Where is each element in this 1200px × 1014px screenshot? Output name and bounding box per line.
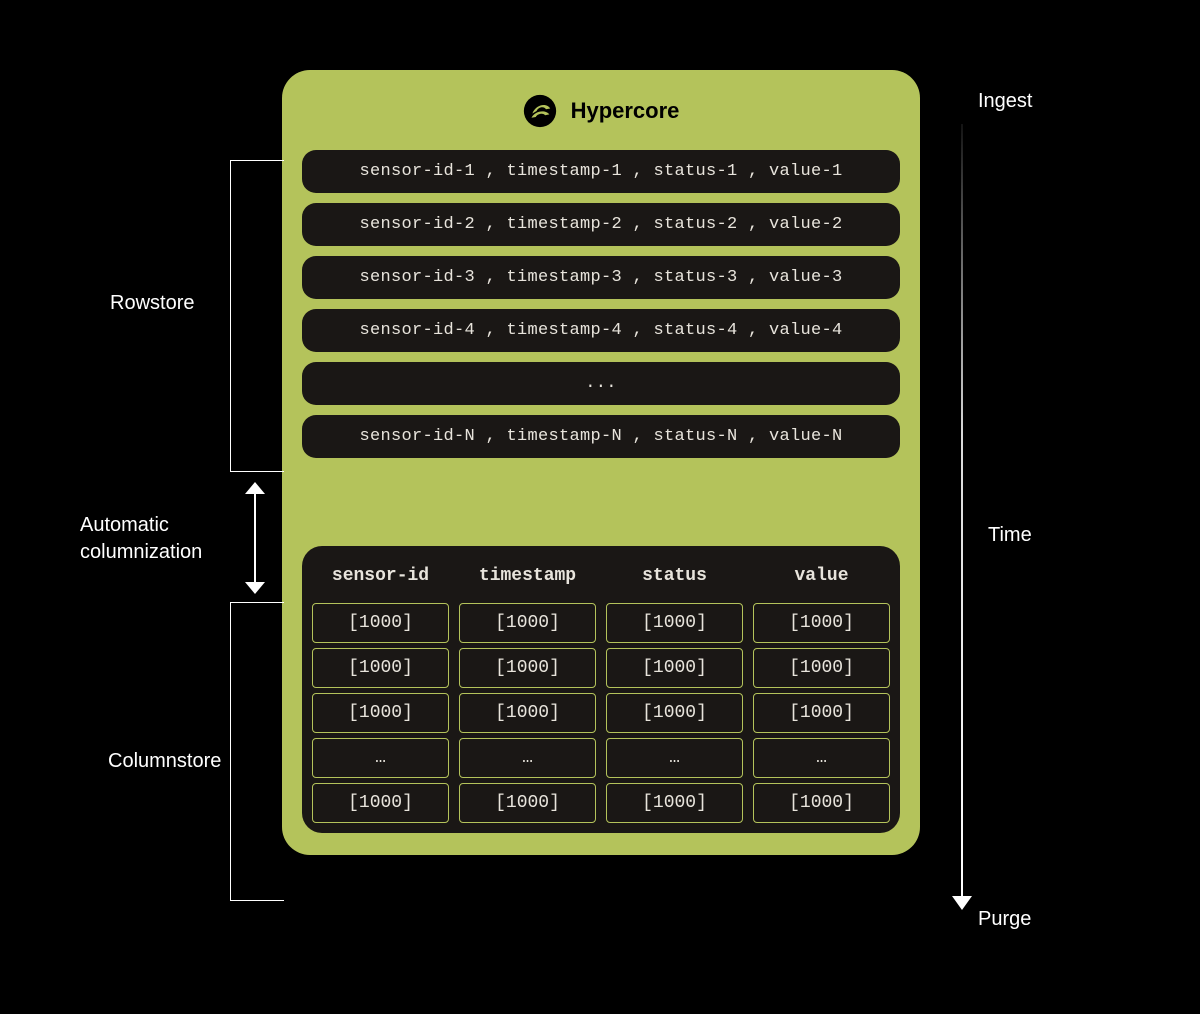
- columnstore-grid: sensor-id timestamp status value [1000] …: [312, 556, 890, 823]
- columnstore-section: sensor-id timestamp status value [1000] …: [302, 546, 900, 833]
- column-cell-ellipsis: …: [606, 738, 743, 778]
- column-cell: [1000]: [459, 603, 596, 643]
- column-cell: [1000]: [606, 648, 743, 688]
- ingest-label: Ingest: [978, 90, 1032, 113]
- rowstore-section: sensor-id-1 , timestamp-1 , status-1 , v…: [302, 150, 900, 458]
- columnization-arrow-icon: [242, 482, 268, 594]
- column-cell: [1000]: [753, 603, 890, 643]
- panel-header: Hypercore: [302, 94, 900, 128]
- row-block: sensor-id-3 , timestamp-3 , status-3 , v…: [302, 256, 900, 299]
- column-cell: [1000]: [312, 648, 449, 688]
- column-cell: [1000]: [606, 783, 743, 823]
- row-block: sensor-id-4 , timestamp-4 , status-4 , v…: [302, 309, 900, 352]
- column-cell-ellipsis: …: [753, 738, 890, 778]
- column-header: value: [753, 556, 890, 598]
- column-cell: [1000]: [459, 783, 596, 823]
- row-block: sensor-id-2 , timestamp-2 , status-2 , v…: [302, 203, 900, 246]
- row-block: sensor-id-1 , timestamp-1 , status-1 , v…: [302, 150, 900, 193]
- tiger-icon: [523, 94, 557, 128]
- column-cell: [1000]: [753, 783, 890, 823]
- column-cell: [1000]: [606, 603, 743, 643]
- column-cell: [1000]: [606, 693, 743, 733]
- column-header: status: [606, 556, 743, 598]
- columnstore-bracket: [230, 602, 284, 901]
- timeline-line: [961, 124, 963, 900]
- purge-label: Purge: [978, 908, 1031, 931]
- column-header: timestamp: [459, 556, 596, 598]
- panel-title: Hypercore: [571, 98, 680, 124]
- row-block-ellipsis: ...: [302, 362, 900, 405]
- column-cell-ellipsis: …: [312, 738, 449, 778]
- column-cell: [1000]: [312, 603, 449, 643]
- columnstore-label: Columnstore: [108, 750, 221, 773]
- column-cell: [1000]: [459, 693, 596, 733]
- automatic-columnization-label: Automatic columnization: [80, 512, 202, 566]
- column-cell: [1000]: [312, 693, 449, 733]
- column-cell: [1000]: [753, 693, 890, 733]
- rowstore-label: Rowstore: [110, 292, 194, 315]
- column-cell: [1000]: [312, 783, 449, 823]
- rowstore-bracket: [230, 160, 284, 472]
- row-block: sensor-id-N , timestamp-N , status-N , v…: [302, 415, 900, 458]
- time-label: Time: [988, 524, 1032, 547]
- transition-gap: [302, 468, 900, 546]
- column-cell: [1000]: [459, 648, 596, 688]
- column-cell-ellipsis: …: [459, 738, 596, 778]
- timeline-arrowhead-icon: [952, 896, 972, 910]
- hypercore-panel: Hypercore sensor-id-1 , timestamp-1 , st…: [282, 70, 920, 855]
- column-header: sensor-id: [312, 556, 449, 598]
- column-cell: [1000]: [753, 648, 890, 688]
